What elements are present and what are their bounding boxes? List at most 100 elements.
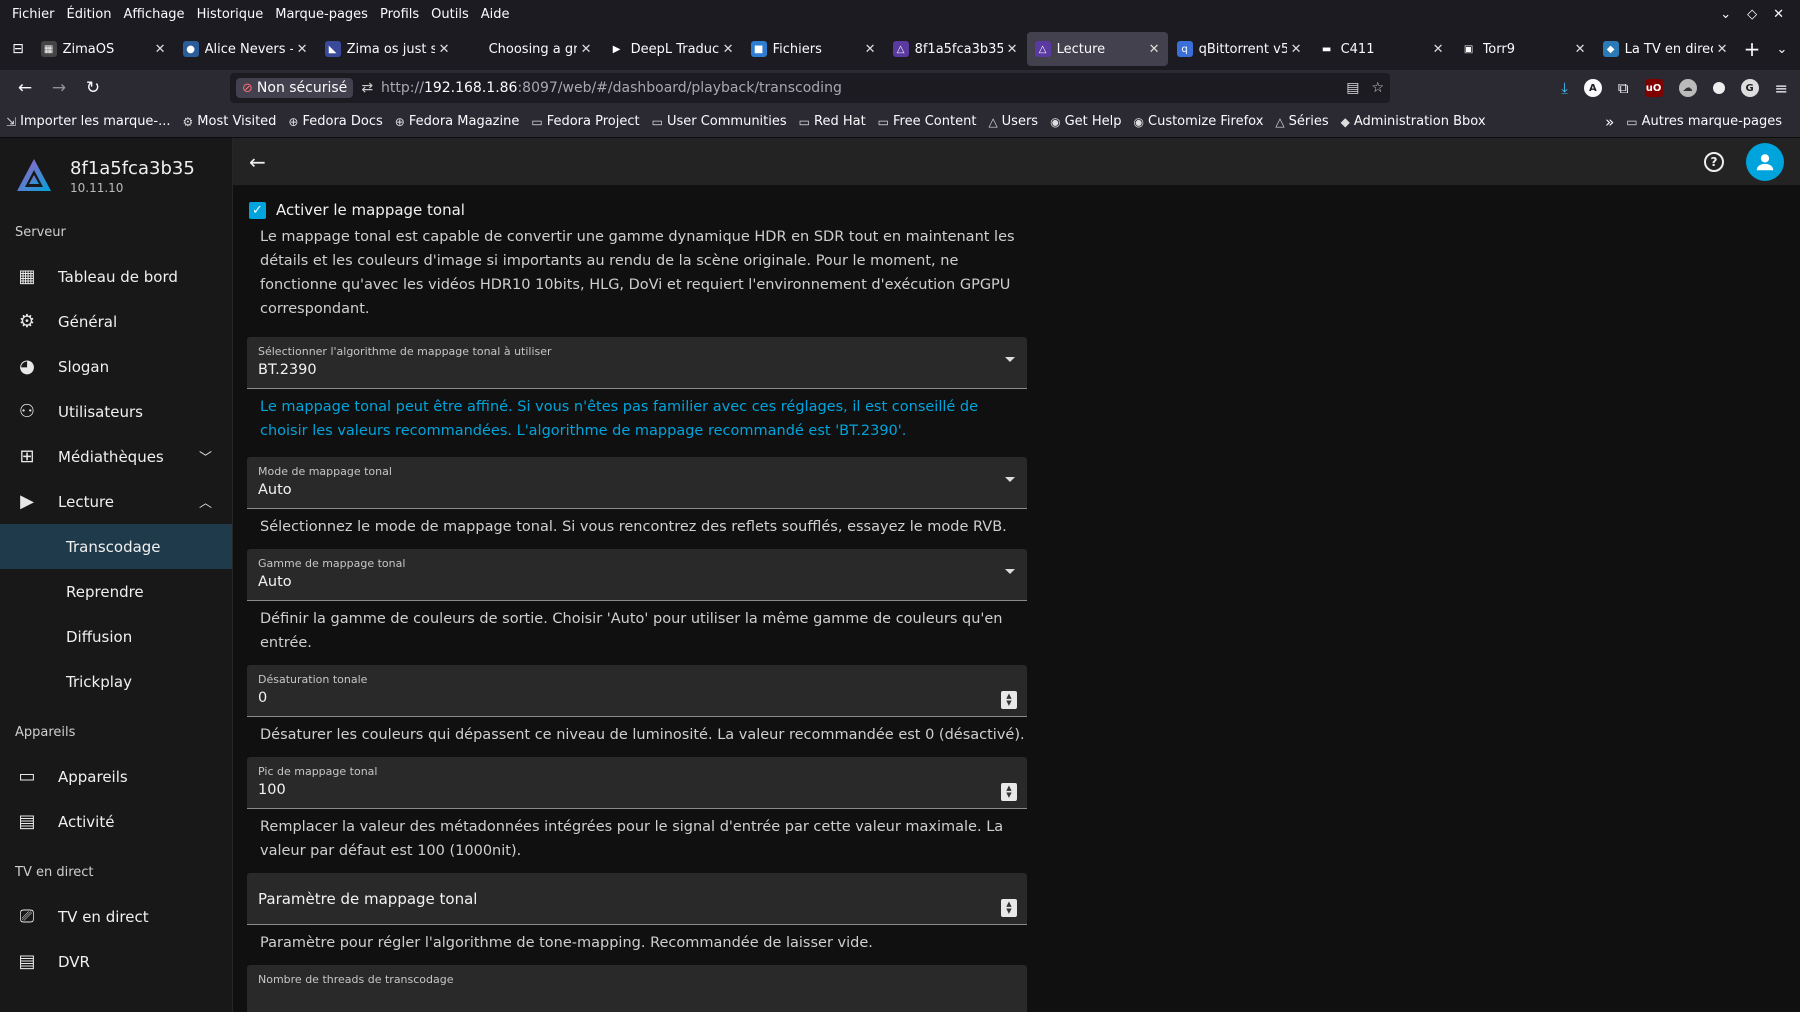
number-spinner-icon[interactable]: ▲ ▼ <box>1001 691 1017 709</box>
menu-affichage[interactable]: Affichage <box>117 7 190 22</box>
downloads-icon[interactable]: ⤓ <box>1561 79 1568 97</box>
close-window-icon[interactable]: ✕ <box>1773 7 1784 22</box>
back-arrow-icon[interactable]: ← <box>249 150 283 174</box>
browser-tab[interactable]: q qBittorrent v5 ✕ <box>1169 32 1310 66</box>
browser-tab[interactable]: ▬ C411 ✕ <box>1311 32 1452 66</box>
sidebar-item-general[interactable]: ⚙ Général <box>0 299 232 344</box>
bookmark-item[interactable]: △ Users <box>988 114 1038 129</box>
close-tab-icon[interactable]: ✕ <box>155 42 166 57</box>
account-icon[interactable]: A <box>1583 79 1602 97</box>
reload-icon[interactable]: ↻ <box>76 78 110 98</box>
bookmark-item[interactable]: ▭ User Communities <box>652 114 787 129</box>
menu-historique[interactable]: Historique <box>191 7 270 22</box>
browser-tab[interactable]: ◣ Zima os just s ✕ <box>317 32 458 66</box>
firefox-view-icon[interactable]: ⊟ <box>4 41 32 57</box>
extension-g-icon[interactable]: G <box>1740 79 1759 97</box>
browser-tab[interactable]: ◆ La TV en direc ✕ <box>1595 32 1736 66</box>
maximize-icon[interactable]: ◇ <box>1747 7 1757 22</box>
sidebar-item-appareils[interactable]: ▭ Appareils <box>0 754 232 799</box>
sidebar-item-dvr[interactable]: ▤ DVR <box>0 939 232 984</box>
number-spinner-icon[interactable]: ▲ ▼ <box>1001 899 1017 917</box>
sidebar-item-trickplay[interactable]: Trickplay <box>0 659 232 704</box>
bookmark-item[interactable]: ⊕ Fedora Magazine <box>395 114 520 129</box>
bookmark-item[interactable]: ⇲ Importer les marque-... <box>6 114 171 129</box>
help-icon[interactable]: ? <box>1704 151 1724 172</box>
forward-arrow-icon[interactable]: → <box>42 78 76 98</box>
browser-tab[interactable]: ● Alice Nevers - ✕ <box>175 32 316 66</box>
tonemapping-range-select[interactable]: Gamme de mappage tonal Auto <box>247 549 1027 601</box>
sidebar-item-utilisateurs[interactable]: ⚇ Utilisateurs <box>0 389 232 434</box>
list-all-tabs-icon[interactable]: ⌄ <box>1768 42 1796 57</box>
number-spinner-icon[interactable]: ▲ ▼ <box>1001 783 1017 801</box>
url-bar[interactable]: ⊘ Non sécurisé ⇄ http://192.168.1.86:809… <box>230 73 1390 103</box>
browser-tab[interactable]: ▦ ZimaOS ✕ <box>33 32 174 66</box>
bookmark-item[interactable]: ◉ Get Help <box>1050 114 1121 129</box>
other-bookmarks[interactable]: ▭ Autres marque-pages <box>1626 114 1782 129</box>
close-tab-icon[interactable]: ✕ <box>1717 42 1728 57</box>
sidebar-item-tv-en-direct[interactable]: ⎚ TV en direct <box>0 894 232 939</box>
extension-cloud-icon[interactable]: ☁ <box>1678 79 1697 97</box>
menu-fichier[interactable]: Fichier <box>6 7 61 22</box>
close-tab-icon[interactable]: ✕ <box>1433 42 1444 57</box>
sidebar-item-transcodage[interactable]: Transcodage <box>0 524 232 569</box>
permissions-icon[interactable]: ⇄ <box>361 80 373 96</box>
tonemapping-algorithm-select[interactable]: Sélectionner l'algorithme de mappage ton… <box>247 337 1027 389</box>
sidebar-item-reprendre[interactable]: Reprendre <box>0 569 232 614</box>
sidebar-item-diffusion[interactable]: Diffusion <box>0 614 232 659</box>
close-tab-icon[interactable]: ✕ <box>723 42 734 57</box>
browser-tab[interactable]: ▶ DeepL Traduc ✕ <box>601 32 742 66</box>
extension-dot-icon[interactable] <box>1712 82 1725 94</box>
close-tab-icon[interactable]: ✕ <box>1007 42 1018 57</box>
close-tab-icon[interactable]: ✕ <box>1291 42 1302 57</box>
close-tab-icon[interactable]: ✕ <box>297 42 308 57</box>
transcoding-threads-select[interactable]: Nombre de threads de transcodage <box>247 965 1027 1012</box>
tonemapping-checkbox-row[interactable]: ✓ Activer le mappage tonal <box>247 201 1027 219</box>
menu-profils[interactable]: Profils <box>374 7 425 22</box>
tonemapping-desaturation-input[interactable]: Désaturation tonale 0 ▲ ▼ <box>247 665 1027 717</box>
close-tab-icon[interactable]: ✕ <box>439 42 450 57</box>
menu-hamburger-icon[interactable]: ≡ <box>1775 79 1788 98</box>
close-tab-icon[interactable]: ✕ <box>865 42 876 57</box>
bookmark-item[interactable]: △ Séries <box>1275 114 1328 129</box>
chevron-more-icon[interactable]: » <box>1605 113 1614 131</box>
menu-aide[interactable]: Aide <box>475 7 516 22</box>
checkbox-checked-icon[interactable]: ✓ <box>249 201 266 219</box>
menu-edition[interactable]: Édition <box>61 7 118 22</box>
tonemapping-mode-select[interactable]: Mode de mappage tonal Auto <box>247 457 1027 509</box>
sidebar-item-tableau-de-bord[interactable]: ▦ Tableau de bord <box>0 254 232 299</box>
bookmark-item[interactable]: ⊕ Fedora Docs <box>288 114 382 129</box>
bookmark-item[interactable]: ◆ Administration Bbox <box>1341 114 1486 129</box>
tonemapping-param-input[interactable]: Paramètre de mappage tonal ▲ ▼ <box>247 873 1027 925</box>
close-tab-icon[interactable]: ✕ <box>1149 42 1160 57</box>
sidebar-item-lecture[interactable]: ▶ Lecture ︿ <box>0 479 232 524</box>
bookmark-item[interactable]: ▭ Red Hat <box>799 114 866 129</box>
bookmark-item[interactable]: ▭ Free Content <box>878 114 977 129</box>
dashboard-icon: ▦ <box>18 266 36 287</box>
extensions-puzzle-icon[interactable]: ⧉ <box>1618 79 1629 97</box>
back-arrow-icon[interactable]: ← <box>8 78 42 98</box>
insecure-badge[interactable]: ⊘ Non sécurisé <box>236 78 354 98</box>
bookmark-item[interactable]: ◉ Customize Firefox <box>1134 114 1264 129</box>
minimize-icon[interactable]: ⌄ <box>1720 7 1731 22</box>
browser-tab[interactable]: ▣ Torr9 ✕ <box>1453 32 1594 66</box>
browser-tab[interactable]: ■ Fichiers ✕ <box>743 32 884 66</box>
user-avatar[interactable] <box>1746 142 1784 181</box>
browser-tab[interactable]: Choosing a gr ✕ <box>459 32 600 66</box>
close-tab-icon[interactable]: ✕ <box>581 42 592 57</box>
tonemapping-peak-input[interactable]: Pic de mappage tonal 100 ▲ ▼ <box>247 757 1027 809</box>
bookmark-star-icon[interactable]: ☆ <box>1371 80 1384 96</box>
sidebar-item-activite[interactable]: ▤ Activité <box>0 799 232 844</box>
menu-marque-pages[interactable]: Marque-pages <box>269 7 374 22</box>
close-tab-icon[interactable]: ✕ <box>1575 42 1586 57</box>
browser-tab[interactable]: △ Lecture ✕ <box>1026 32 1168 66</box>
sidebar-item-slogan[interactable]: ◕ Slogan <box>0 344 232 389</box>
bookmark-item[interactable]: ▭ Fedora Project <box>531 114 639 129</box>
sidebar-item-mediatheques[interactable]: ⊞ Médiathèques ﹀ <box>0 434 232 479</box>
browser-tab[interactable]: △ 8f1a5fca3b35 ✕ <box>885 32 1026 66</box>
reader-view-icon[interactable]: ▤ <box>1346 80 1359 96</box>
ublock-icon[interactable]: uO <box>1644 79 1663 97</box>
new-tab-button[interactable]: + <box>1736 37 1768 61</box>
menu-outils[interactable]: Outils <box>425 7 475 22</box>
server-header[interactable]: 8f1a5fca3b35 10.11.10 <box>0 138 232 210</box>
bookmark-item[interactable]: ⚙ Most Visited <box>183 114 277 129</box>
